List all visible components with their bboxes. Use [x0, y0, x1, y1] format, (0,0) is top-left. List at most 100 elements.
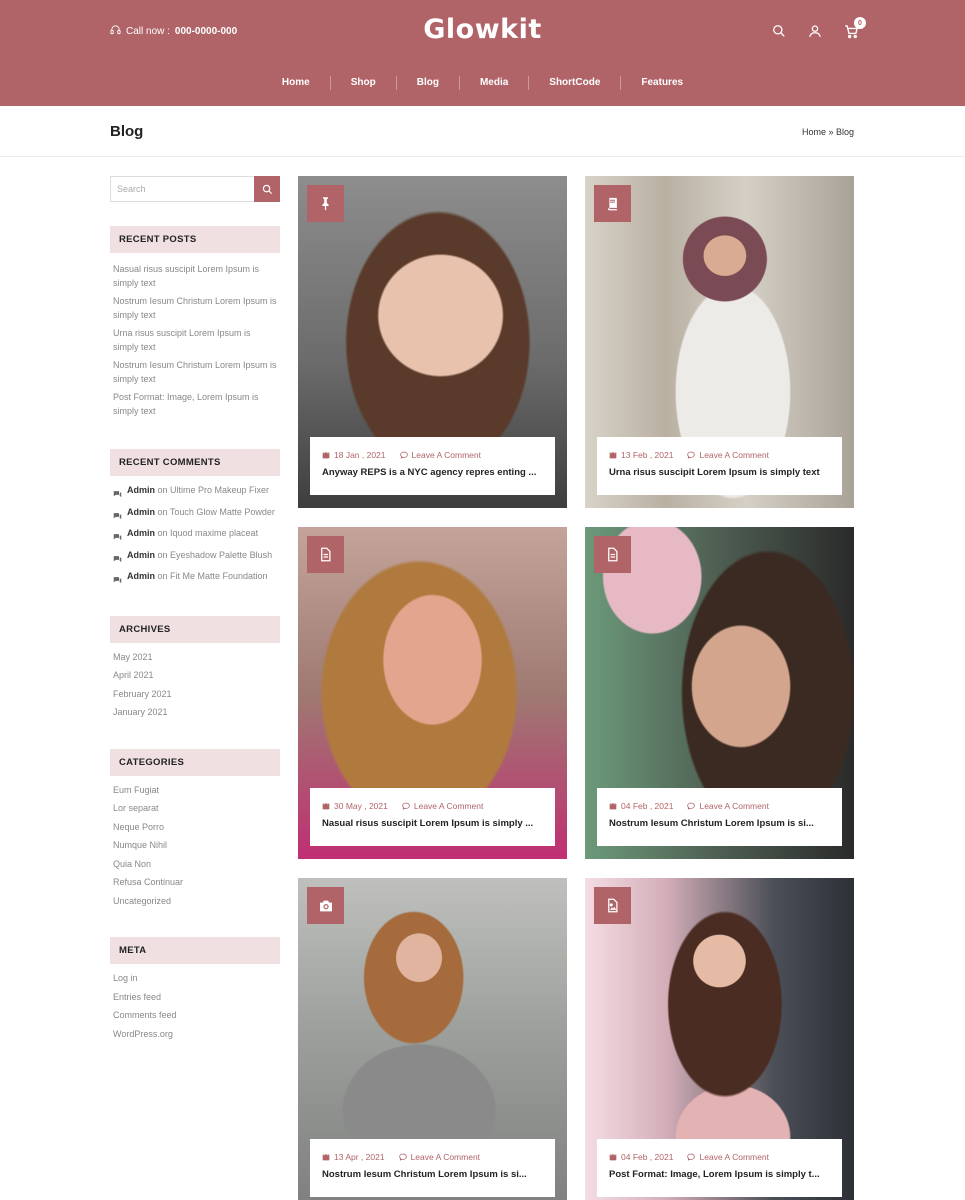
category-item[interactable]: Numque Nihil	[113, 839, 280, 852]
archive-item[interactable]: April 2021	[113, 669, 280, 682]
calendar-icon	[322, 802, 330, 810]
search-widget	[110, 176, 280, 202]
recent-posts-list: Nasual risus suscipit Lorem Ipsum is sim…	[110, 262, 280, 418]
book-icon	[608, 197, 617, 211]
post-card-info: 13 Apr , 2021 Leave A Comment Nostrum Ie…	[310, 1139, 555, 1197]
meta-item[interactable]: Log in	[113, 972, 280, 985]
meta-heading: META	[110, 937, 280, 964]
post-meta: 04 Feb , 2021 Leave A Comment	[609, 801, 830, 811]
search-button[interactable]	[254, 176, 280, 202]
post-meta: 18 Jan , 2021 Leave A Comment	[322, 450, 543, 460]
nav-home[interactable]: Home	[262, 76, 331, 90]
post-meta: 30 May , 2021 Leave A Comment	[322, 801, 543, 811]
category-item[interactable]: Neque Porro	[113, 821, 280, 834]
comment-icon	[398, 1153, 407, 1161]
cart-count-badge: 0	[854, 17, 866, 29]
meta-item[interactable]: Comments feed	[113, 1009, 280, 1022]
comment-icon	[402, 802, 410, 810]
calendar-icon	[322, 1153, 330, 1161]
categories-heading: CATEGORIES	[110, 748, 280, 776]
post-comment-link[interactable]: Leave A Comment	[699, 801, 768, 811]
post-date: 13 Feb , 2021	[621, 450, 674, 460]
post-title[interactable]: Anyway REPS is a NYC agency repres entin…	[322, 467, 543, 478]
archive-item[interactable]: May 2021	[113, 651, 280, 664]
post-card[interactable]: 13 Apr , 2021 Leave A Comment Nostrum Ie…	[298, 878, 567, 1200]
comment-post[interactable]: Eyeshadow Palette Blush	[170, 550, 272, 560]
recent-post-item[interactable]: Post Format: Image, Lorem Ipsum is simpl…	[113, 390, 278, 418]
post-title[interactable]: Urna risus suscipit Lorem Ipsum is simpl…	[609, 467, 830, 478]
post-meta: 04 Feb , 2021 Leave A Comment	[609, 1152, 830, 1162]
post-comment-link[interactable]: Leave A Comment	[414, 801, 483, 811]
search-icon	[262, 184, 272, 194]
comment-icon	[113, 508, 122, 519]
post-comment-link[interactable]: Leave A Comment	[699, 450, 768, 460]
post-card-info: 13 Feb , 2021 Leave A Comment Urna risus…	[597, 437, 842, 495]
recent-comment-item: Admin on Touch Glow Matte Powder	[113, 504, 280, 522]
post-card-info: 04 Feb , 2021 Leave A Comment Post Forma…	[597, 1139, 842, 1197]
category-item[interactable]: Eum Fugiat	[113, 784, 280, 797]
comment-post[interactable]: Iquod maxime placeat	[170, 528, 258, 538]
category-item[interactable]: Lor separat	[113, 802, 280, 815]
comment-post[interactable]: Fit Me Matte Foundation	[170, 571, 268, 581]
recent-post-item[interactable]: Urna risus suscipit Lorem Ipsum is simpl…	[113, 326, 278, 354]
comment-post[interactable]: Touch Glow Matte Powder	[170, 507, 275, 517]
search-input[interactable]	[110, 176, 254, 202]
post-date: 30 May , 2021	[334, 801, 388, 811]
comment-author[interactable]: Admin	[127, 571, 155, 581]
post-format-badge	[594, 887, 631, 924]
recent-post-item[interactable]: Nostrum Iesum Christum Lorem Ipsum is si…	[113, 294, 278, 322]
user-icon[interactable]	[806, 22, 824, 40]
comment-on: on	[155, 571, 171, 581]
comment-icon	[113, 486, 122, 498]
comment-post[interactable]: Ultime Pro Makeup Fixer	[170, 485, 269, 495]
post-card[interactable]: 04 Feb , 2021 Leave A Comment Post Forma…	[585, 878, 854, 1200]
post-title[interactable]: Nostrum Iesum Christum Lorem Ipsum is si…	[609, 818, 830, 829]
comment-icon	[113, 529, 122, 541]
recent-comment-item: Admin on Ultime Pro Makeup Fixer	[113, 482, 280, 500]
calendar-icon	[322, 451, 330, 459]
comment-on: on	[155, 549, 171, 560]
recent-comment-item: Admin on Eyeshadow Palette Blush	[113, 547, 280, 565]
page-title: Blog	[110, 123, 144, 140]
meta-item[interactable]: WordPress.org	[113, 1028, 280, 1041]
post-title[interactable]: Nostrum Iesum Christum Lorem Ipsum is si…	[322, 1169, 543, 1180]
archive-item[interactable]: February 2021	[113, 688, 280, 701]
post-title[interactable]: Post Format: Image, Lorem Ipsum is simpl…	[609, 1169, 830, 1180]
comment-author[interactable]: Admin	[127, 550, 155, 560]
recent-comment-item: Admin on Fit Me Matte Foundation	[113, 568, 280, 586]
recent-posts-heading: RECENT POSTS	[110, 226, 280, 253]
comment-author[interactable]: Admin	[127, 485, 155, 495]
document-icon	[608, 547, 618, 562]
nav-features[interactable]: Features	[621, 76, 703, 90]
category-item[interactable]: Quia Non	[113, 858, 280, 871]
recent-post-item[interactable]: Nasual risus suscipit Lorem Ipsum is sim…	[113, 262, 278, 290]
recent-post-item[interactable]: Nostrum Iesum Christum Lorem Ipsum is si…	[113, 358, 278, 386]
comment-author[interactable]: Admin	[127, 528, 155, 538]
nav-media[interactable]: Media	[460, 76, 530, 90]
archives-list: May 2021 April 2021 February 2021 Januar…	[110, 651, 280, 719]
archive-item[interactable]: January 2021	[113, 706, 280, 719]
page-title-bar: Blog Home » Blog	[0, 106, 965, 157]
comment-author[interactable]: Admin	[127, 507, 155, 517]
search-icon[interactable]	[770, 22, 788, 40]
comment-on: on	[155, 506, 170, 517]
post-meta: 13 Feb , 2021 Leave A Comment	[609, 450, 830, 460]
cart-icon[interactable]: 0	[842, 17, 866, 40]
category-item[interactable]: Refusa Continuar	[113, 876, 280, 889]
post-card[interactable]: 30 May , 2021 Leave A Comment Nasual ris…	[298, 527, 567, 859]
nav-blog[interactable]: Blog	[397, 76, 460, 90]
post-comment-link[interactable]: Leave A Comment	[412, 450, 481, 460]
post-title[interactable]: Nasual risus suscipit Lorem Ipsum is sim…	[322, 818, 543, 829]
nav-shop[interactable]: Shop	[331, 76, 397, 90]
breadcrumb[interactable]: Home » Blog	[802, 127, 854, 137]
post-comment-link[interactable]: Leave A Comment	[411, 1152, 480, 1162]
post-card[interactable]: 13 Feb , 2021 Leave A Comment Urna risus…	[585, 176, 854, 508]
post-card[interactable]: 18 Jan , 2021 Leave A Comment Anyway REP…	[298, 176, 567, 508]
meta-item[interactable]: Entries feed	[113, 991, 280, 1004]
calendar-icon	[609, 1153, 617, 1161]
post-card[interactable]: 04 Feb , 2021 Leave A Comment Nostrum Ie…	[585, 527, 854, 859]
category-item[interactable]: Uncategorized	[113, 895, 280, 908]
post-comment-link[interactable]: Leave A Comment	[699, 1152, 768, 1162]
nav-shortcode[interactable]: ShortCode	[529, 76, 622, 90]
post-date: 18 Jan , 2021	[334, 450, 386, 460]
